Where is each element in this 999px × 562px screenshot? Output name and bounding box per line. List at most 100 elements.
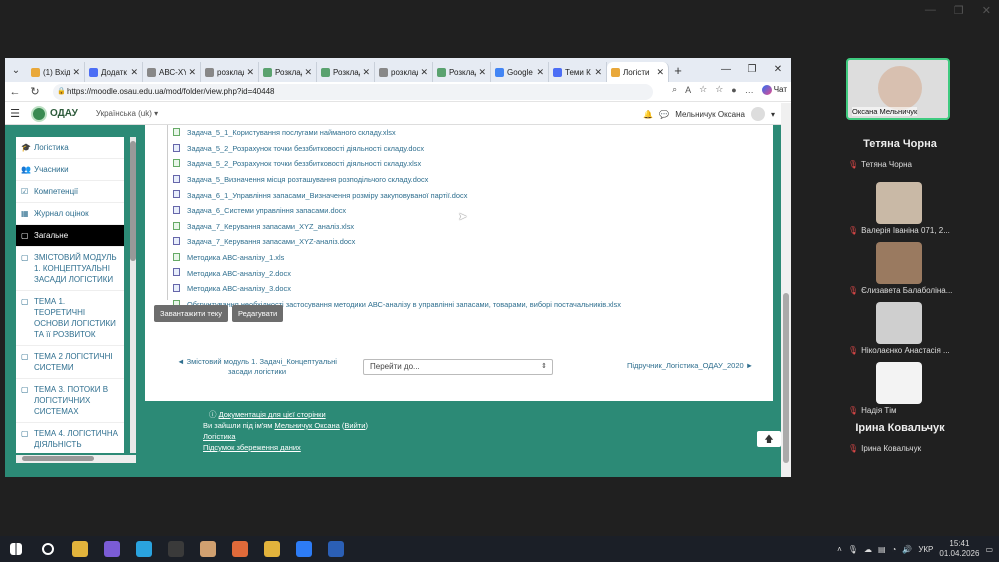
doc-link[interactable]: Документація для цієї сторінки — [219, 410, 326, 419]
edit-button[interactable]: Редагувати — [232, 305, 284, 322]
minimize-icon[interactable]: — — [925, 4, 936, 17]
bell-icon[interactable]: 🔔 — [643, 110, 653, 119]
viber-icon[interactable] — [96, 536, 128, 562]
browser-tab[interactable]: Логісти ✕ — [607, 62, 669, 82]
search-icon[interactable] — [32, 536, 64, 562]
prev-activity-link[interactable]: ◄ Змістовий модуль 1. Задачі_Концептуаль… — [177, 357, 337, 377]
close-icon[interactable]: ✕ — [765, 58, 791, 82]
reload-icon[interactable]: ↻ — [25, 85, 45, 98]
participant-video[interactable] — [876, 302, 922, 344]
read-aloud-icon[interactable]: A — [685, 85, 691, 95]
clock[interactable]: 15:41 01.04.2026 — [939, 539, 979, 559]
close-tab-icon[interactable]: ✕ — [362, 67, 370, 78]
self-video-tile[interactable]: Оксана Мельничук — [846, 58, 950, 120]
sidebar-item[interactable]: 👥 Учасники — [16, 159, 124, 181]
back-icon[interactable]: ← — [5, 86, 25, 98]
browser-tab[interactable]: Теми К ✕ — [549, 62, 607, 82]
message-icon[interactable]: 💬 — [659, 110, 669, 119]
chevron-down-icon[interactable]: ▾ — [771, 110, 775, 119]
page-scrollbar[interactable] — [781, 103, 791, 477]
browser-tab[interactable]: Додатк ✕ — [85, 62, 143, 82]
close-tab-icon[interactable]: ✕ — [304, 67, 312, 78]
download-folder-button[interactable]: Завантажити теку — [154, 305, 228, 322]
zoom-icon[interactable] — [288, 536, 320, 562]
app-icon[interactable] — [192, 536, 224, 562]
browser-tab[interactable]: АВС-XYZ✕ — [143, 62, 201, 82]
chat-button[interactable]: Чат — [761, 84, 787, 95]
data-retention-link[interactable]: Підсумок збереження даних — [203, 443, 301, 452]
telegram-icon[interactable] — [128, 536, 160, 562]
close-icon[interactable]: ✕ — [982, 4, 991, 17]
browser-tab[interactable]: Розклад ✕ — [317, 62, 375, 82]
participant-video[interactable] — [876, 182, 922, 224]
user-name[interactable]: Мельничук Оксана — [675, 110, 745, 119]
scroll-thumb[interactable] — [22, 456, 94, 461]
browser-tab[interactable]: розклад ✕ — [375, 62, 433, 82]
file-link[interactable]: Методика АВС-аналізу_3.docx — [169, 281, 769, 297]
network-icon[interactable]: ▤ — [878, 545, 886, 554]
microphone-icon[interactable]: 🎙 — [848, 545, 858, 554]
sidebar-item[interactable]: 🎓 Логістика — [16, 137, 124, 159]
participant-video[interactable] — [876, 362, 922, 404]
course-link[interactable]: Логістика — [203, 432, 236, 441]
language-indicator[interactable]: УКР — [918, 545, 933, 554]
file-link[interactable]: Задача_5_2_Розрахунок точки беззбитковос… — [169, 141, 769, 157]
close-tab-icon[interactable]: ✕ — [420, 67, 428, 78]
participant-label[interactable]: 🎙 Валерія Іваніна 071, 2... — [848, 226, 950, 235]
paint-icon[interactable] — [224, 536, 256, 562]
user-profile-link[interactable]: Мельничук Оксана — [275, 421, 340, 430]
jump-to-select[interactable]: Перейти до... ⇕ — [363, 359, 553, 375]
scroll-thumb[interactable] — [130, 141, 136, 261]
close-tab-icon[interactable]: ✕ — [656, 67, 664, 78]
sidebar-scrollbar[interactable] — [130, 137, 136, 453]
file-link[interactable]: Задача_6_1_Управління запасами_Визначенн… — [169, 187, 769, 203]
browser-tab[interactable]: розклад ✕ — [201, 62, 259, 82]
browser-tab[interactable]: (1) Вхід ✕ — [27, 62, 85, 82]
participant-label[interactable]: 🎙 Ірина Ковальчук — [848, 444, 921, 453]
participant-video[interactable] — [876, 242, 922, 284]
cloud-icon[interactable]: ☁ — [864, 545, 872, 554]
profile-icon[interactable]: ● — [731, 85, 736, 95]
browser-tab[interactable]: Розклад ✕ — [259, 62, 317, 82]
file-link[interactable]: Методика АВС-аналізу_2.docx — [169, 265, 769, 281]
file-link[interactable]: Методика АВС-аналізу_1.xls — [169, 250, 769, 266]
file-link[interactable]: Задача_6_Системи управління запасами.doc… — [169, 203, 769, 219]
chrome-icon[interactable] — [256, 536, 288, 562]
calculator-icon[interactable] — [160, 536, 192, 562]
browser-tab[interactable]: Google ✕ — [491, 62, 549, 82]
wifi-icon[interactable]: ◔ — [892, 545, 897, 554]
sidebar-item[interactable]: ▢ ТЕМА 3. ПОТОКИ В ЛОГІСТИЧНИХ СИСТЕМАХ — [16, 379, 124, 423]
close-tab-icon[interactable]: ✕ — [536, 67, 544, 78]
minimize-icon[interactable]: — — [713, 58, 739, 82]
sidebar-item[interactable]: ☑ Компетенції — [16, 181, 124, 203]
file-link[interactable]: Задача_7_Керування запасами_XYZ_аналіз.x… — [169, 219, 769, 235]
participant-label[interactable]: 🎙 Тетяна Чорна — [848, 160, 912, 169]
next-activity-link[interactable]: Підручник_Логістика_ОДАУ_2020 ► — [627, 361, 753, 370]
participant-label[interactable]: 🎙 Надія Тім — [848, 406, 897, 415]
close-tab-icon[interactable]: ✕ — [130, 67, 138, 78]
avatar[interactable] — [750, 107, 765, 121]
tab-search-icon[interactable]: ⌄ — [5, 58, 27, 82]
close-tab-icon[interactable]: ✕ — [72, 67, 80, 78]
file-link[interactable]: Задача_5_2_Розрахунок точки беззбитковос… — [169, 156, 769, 172]
close-tab-icon[interactable]: ✕ — [188, 67, 196, 78]
sidebar-item[interactable]: ▢ ТЕМА 4. ЛОГІСТИЧНА ДІЯЛЬНІСТЬ — [16, 423, 124, 453]
sidebar-item[interactable]: ▦ Журнал оцінок — [16, 203, 124, 225]
chevron-up-icon[interactable]: ˄ — [837, 545, 842, 554]
participant-label[interactable]: 🎙 Єлизавета Балаболіна... — [848, 286, 952, 295]
notifications-icon[interactable]: ▭ — [985, 545, 993, 554]
site-logo[interactable]: ОДАУ — [31, 105, 78, 122]
new-tab-button[interactable]: + — [669, 63, 687, 78]
zoom-icon[interactable]: ⌕ — [672, 84, 677, 95]
sidebar-item[interactable]: ▢ Загальне — [16, 225, 124, 247]
close-tab-icon[interactable]: ✕ — [594, 67, 602, 78]
sidebar-horizontal-scrollbar[interactable] — [16, 455, 136, 463]
chrome-icon[interactable] — [64, 536, 96, 562]
url-field[interactable]: 🔒 https://moodle.osau.edu.ua/mod/folder/… — [53, 84, 653, 100]
close-tab-icon[interactable]: ✕ — [478, 67, 486, 78]
logout-link[interactable]: Вийти — [344, 421, 365, 430]
sidebar-item[interactable]: ▢ ТЕМА 2 ЛОГІСТИЧНІ СИСТЕМИ — [16, 346, 124, 379]
sidebar-item[interactable]: ▢ ЗМІСТОВИЙ МОДУЛЬ 1. КОНЦЕПТУАЛЬНІ ЗАСАД… — [16, 247, 124, 291]
participant-label[interactable]: 🎙 Ніколаєнко Анастасія ... — [848, 346, 950, 355]
language-selector[interactable]: Українська (uk) ▾ — [96, 109, 158, 118]
